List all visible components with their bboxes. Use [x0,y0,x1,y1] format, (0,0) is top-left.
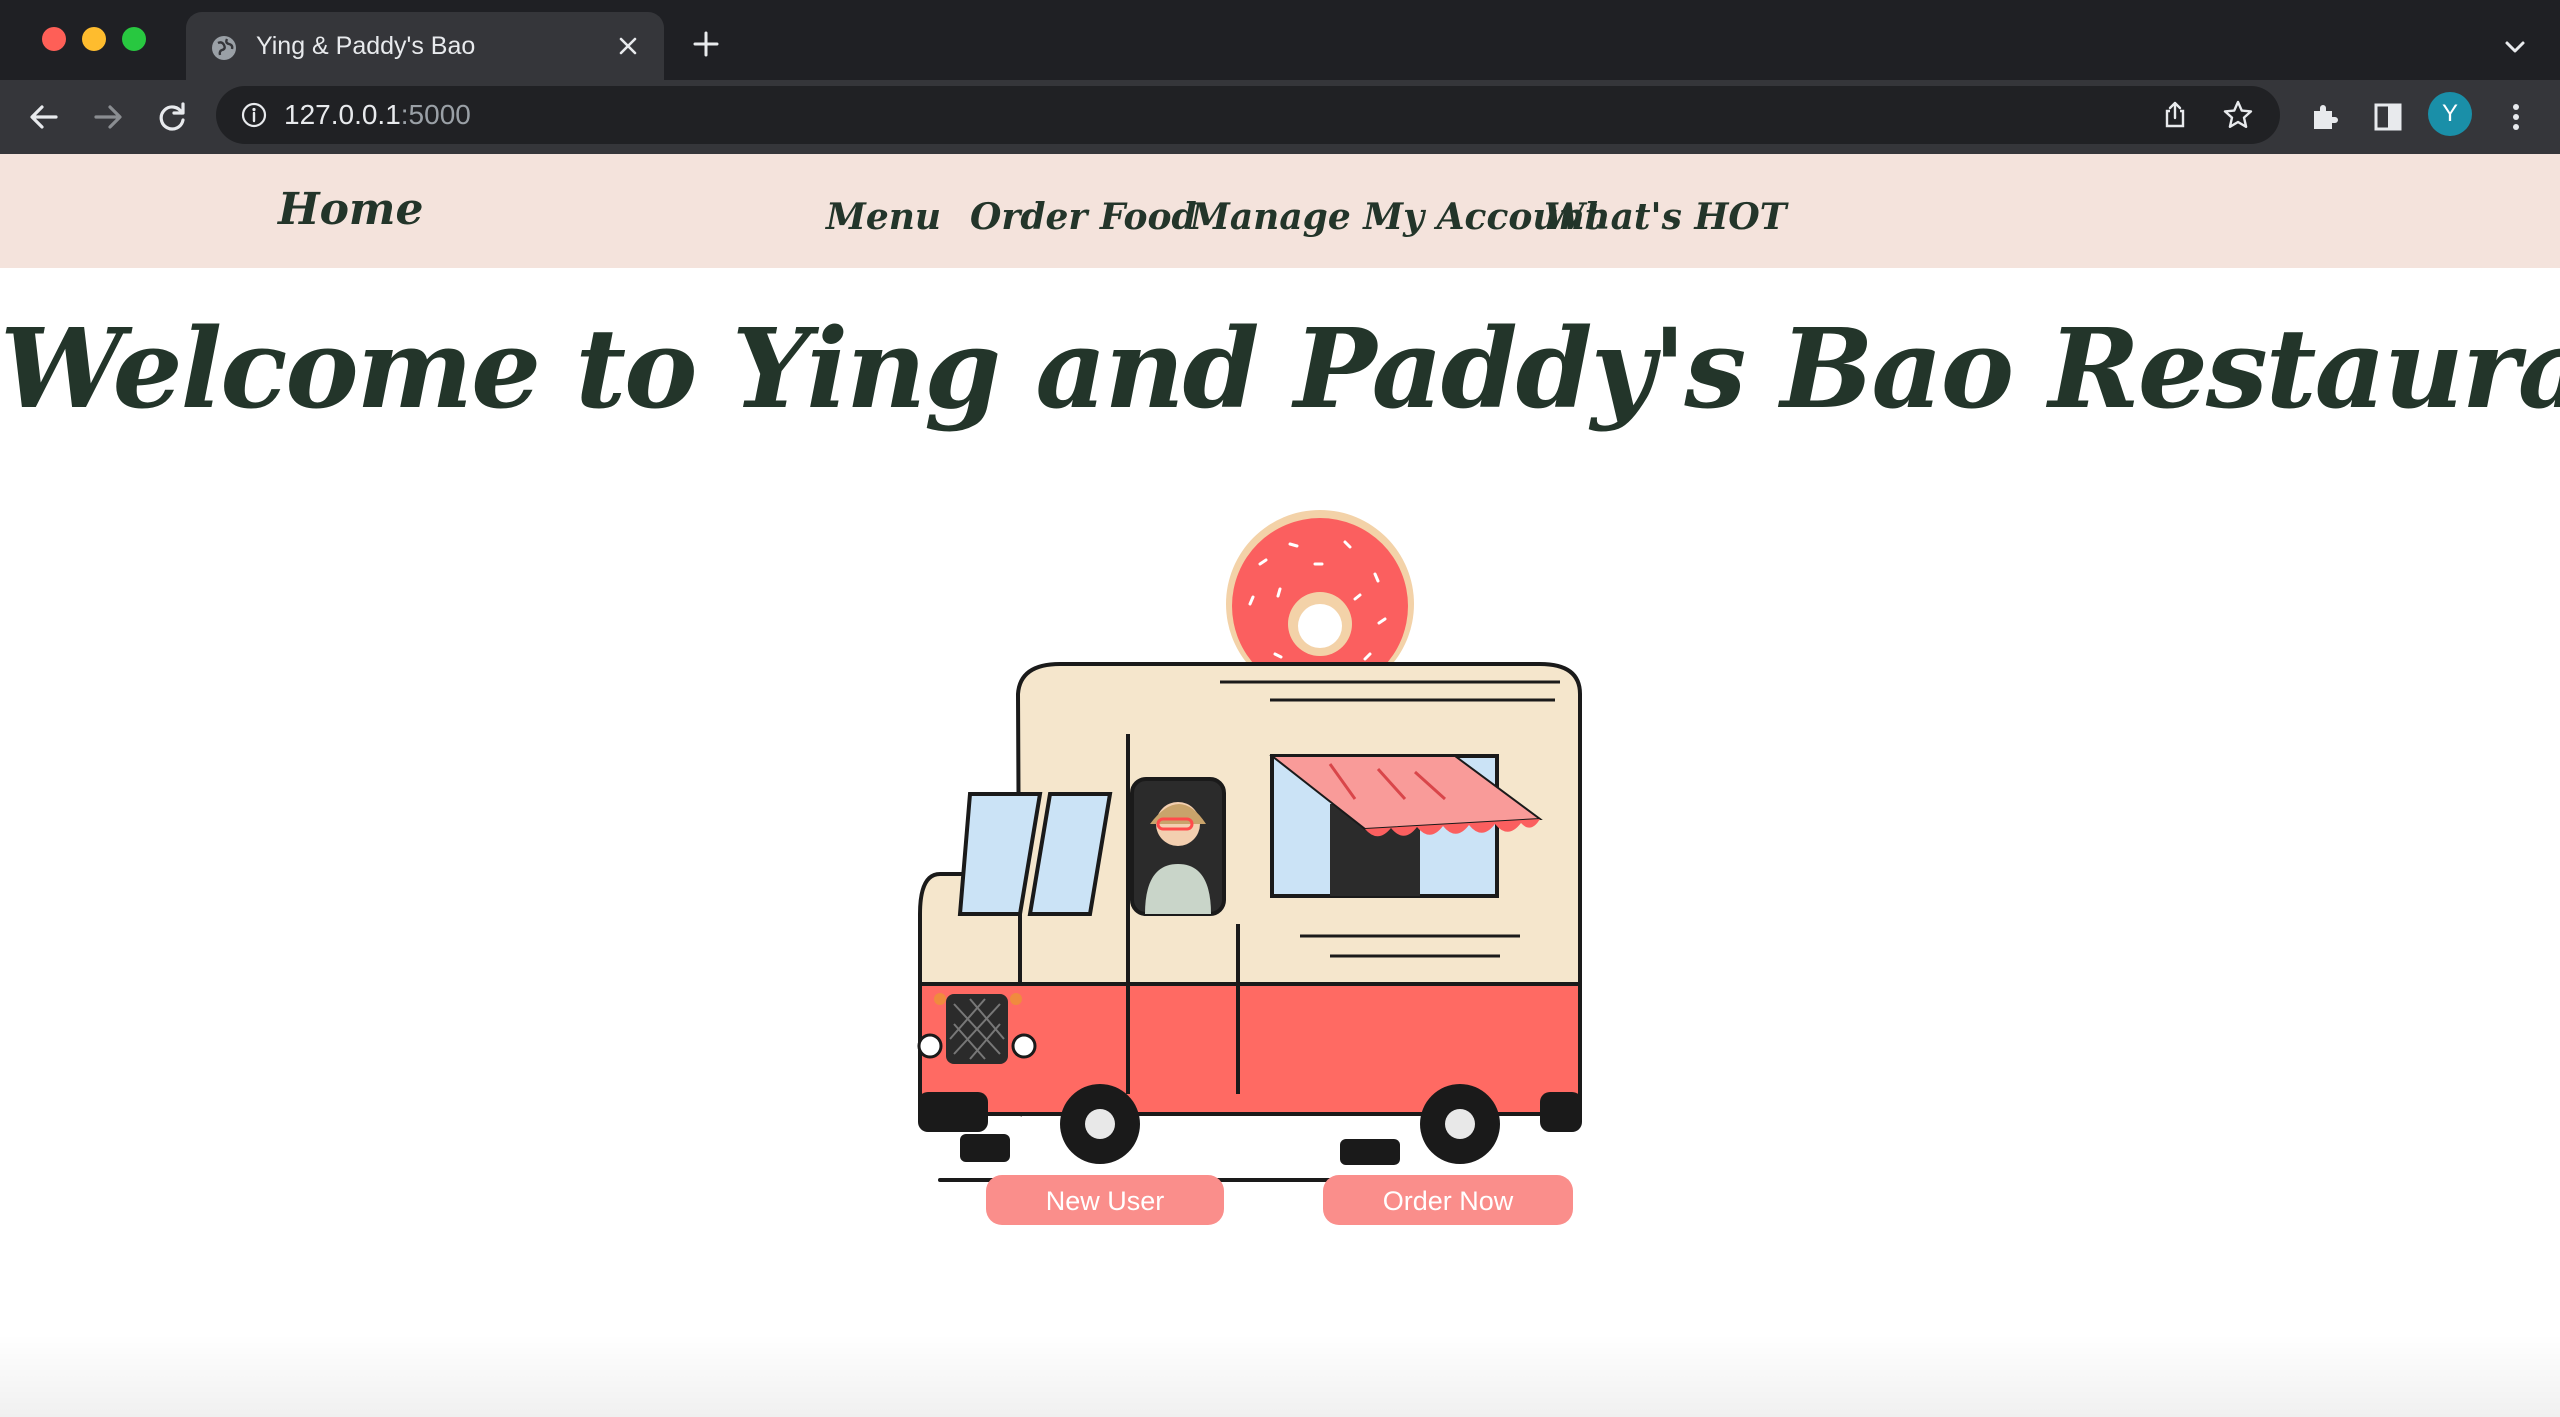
avatar[interactable]: Y [2428,92,2472,136]
address-bar[interactable]: 127.0.0.1:5000 [216,86,2280,144]
share-icon[interactable] [2160,100,2190,130]
nav-link-whats-hot[interactable]: What's HOT [1544,196,1787,238]
close-window-button[interactable] [42,27,66,51]
puzzle-icon[interactable] [2306,99,2342,135]
site-navbar: Home Menu Order Food Manage My Account W… [0,154,2560,268]
nav-link-order-food[interactable]: Order Food [970,196,1197,238]
new-user-button[interactable]: New User [986,1175,1224,1225]
browser-tab-strip: Ying & Paddy's Bao [0,0,2560,80]
chevron-down-icon[interactable] [2502,34,2528,60]
info-icon[interactable] [240,101,268,129]
maximize-window-button[interactable] [122,27,146,51]
close-icon[interactable] [616,34,640,58]
more-vert-icon[interactable] [2498,99,2534,135]
sidebar-icon[interactable] [2370,99,2406,135]
nav-link-manage-account[interactable]: Manage My Account [1190,196,1601,238]
food-truck-illustration [917,510,1582,1182]
page-bottom-shadow [0,1334,2560,1417]
order-now-button[interactable]: Order Now [1323,1175,1573,1225]
browser-tab[interactable]: Ying & Paddy's Bao [186,12,664,80]
nav-home-link[interactable]: Home [278,184,423,235]
browser-toolbar: 127.0.0.1:5000 Y [0,80,2560,154]
forward-arrow-icon[interactable] [90,99,126,135]
star-icon[interactable] [2222,99,2254,131]
page-title: Welcome to Ying and Paddy's Bao Restaura… [0,304,2560,433]
plus-icon[interactable] [692,30,720,58]
page-viewport: Home Menu Order Food Manage My Account W… [0,154,2560,1417]
url-text[interactable]: 127.0.0.1:5000 [284,99,471,131]
globe-icon [212,36,236,60]
back-arrow-icon[interactable] [26,99,62,135]
tab-title: Ying & Paddy's Bao [256,32,476,60]
minimize-window-button[interactable] [82,27,106,51]
reload-icon[interactable] [154,99,190,135]
nav-link-menu[interactable]: Menu [826,196,941,238]
